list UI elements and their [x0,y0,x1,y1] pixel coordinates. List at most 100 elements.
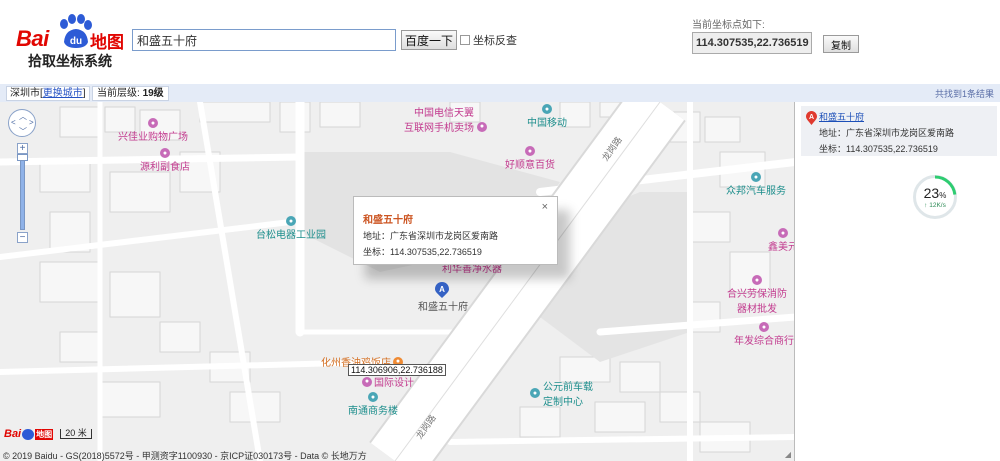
pan-left-icon[interactable]: < [11,118,16,127]
phone-icon: ● [477,121,487,132]
logo-word: Bai [16,26,49,51]
car-icon: ● [751,172,761,182]
poi-china-mobile[interactable]: ● 中国移动 [527,104,567,129]
current-coords-label: 当前坐标点如下: [692,20,765,31]
poi-label: 兴佳业购物广场 [118,132,188,143]
building-icon: ● [542,104,552,114]
poi-xinmei[interactable]: ● 鑫美元 [768,228,795,253]
poi-label: 众邦汽车服务 [726,186,786,197]
resize-handle-icon[interactable]: ◢ [785,450,791,459]
zoom-slider-handle[interactable] [17,154,28,161]
speed-percent-unit: % [939,191,947,200]
poi-haoshunyi[interactable]: ● 好顺意百货 [505,146,555,171]
poi-label: 互联网手机卖场 [404,123,474,134]
poi-label: 公元前车载 [543,382,593,393]
header: Bai du 地图 拾取坐标系统 百度一下 坐标反查 当前坐标点如下: 114.… [0,0,1000,84]
zoom-in-icon[interactable]: + [17,143,28,154]
reverse-lookup-toggle[interactable]: 坐标反查 [460,32,517,48]
search-input[interactable] [132,29,396,51]
shopping-icon: ● [160,148,170,158]
baidu-mini-logo: Bai 地图 [4,428,54,440]
zoom-level-prefix: 当前层级: [97,88,140,99]
map-marker-icon[interactable]: A [435,282,449,298]
pan-right-icon[interactable]: > [29,118,34,127]
shopping-icon: ● [362,376,372,387]
baidu-map-logo[interactable]: Bai du 地图 拾取坐标系统 [16,14,128,69]
zoom-slider-track[interactable] [20,156,25,230]
poi-yuanli[interactable]: ● 源利副食店 [140,148,190,173]
change-city-link[interactable]: 更换城市 [43,87,83,100]
mini-logo-map: 地图 [35,428,54,440]
mini-logo-word: Bai [4,428,22,440]
info-window-coords: 坐标：114.307535,22.736519 [363,247,482,257]
city-name: 深圳市 [10,88,40,99]
result-coords: 坐标：114.307535,22.736519 [819,144,938,154]
status-bar: 深圳市[更换城市] 当前层级: 19级 共找到1条结果 [0,84,1000,102]
poi-label: 台松电器工业园 [256,230,326,241]
result-count: 共找到1条结果 [934,89,994,99]
paw-logo-icon: du [60,14,92,48]
poi-nianfa[interactable]: ● 年发综合商行 [734,322,794,347]
poi-label: 年发综合商行 [734,336,794,347]
poi-label: 南通商务楼 [348,406,398,417]
poi-label: 国际设计 [374,378,414,389]
car-icon: ● [530,388,540,398]
poi-label: 中国移动 [527,118,567,129]
speed-percent: 23% [916,185,954,201]
speed-rate: ↑ 12K/s [924,202,946,209]
zoom-level-value: 19级 [142,88,164,99]
copyright-text: © 2019 Baidu - GS(2018)5572号 - 甲测资字11009… [3,451,367,461]
speed-percent-value: 23 [923,185,940,201]
building-icon: ● [368,392,378,402]
building-icon: ● [286,216,296,226]
poi-guoji[interactable]: ● 国际设计 [362,374,414,389]
shopping-icon: ● [525,146,535,156]
poi-label: 合兴劳保消防 [727,289,787,300]
shopping-icon: ● [778,228,788,238]
poi-taisong[interactable]: ● 台松电器工业园 [256,216,326,241]
network-speed-widget[interactable]: 23% ↑ 12K/s [913,175,957,219]
scale-bar: 20 米 [60,429,92,439]
poi-xingjiaye[interactable]: ● 兴佳业购物广场 [118,118,188,143]
shopping-icon: ● [752,275,762,285]
pan-control[interactable]: ︿ ﹀ < > [8,109,36,137]
mini-paw-icon [22,428,35,440]
marker-label: 和盛五十府 [418,302,468,313]
info-window-address: 地址：广东省深圳市龙岗区爱南路 [363,231,499,241]
pan-up-icon[interactable]: ︿ [19,111,27,122]
cursor-coords-tooltip: 114.306906,22.736188 [348,364,446,376]
poi-china-telecom[interactable]: 中国电信天翼 互联网手机卖场 ● [404,104,487,134]
reverse-lookup-label: 坐标反查 [473,35,517,47]
reverse-lookup-checkbox[interactable] [460,35,470,45]
result-name-link[interactable]: 和盛五十府 [819,110,997,123]
poi-label: 源利副食店 [140,162,190,173]
poi-zhongbang[interactable]: ● 众邦汽车服务 [726,172,786,197]
result-address: 地址：广东省深圳市龙岗区爱南路 [819,128,955,138]
coords-display[interactable]: 114.307535,22.736519 [692,32,812,54]
copy-button[interactable]: 复制 [823,35,859,53]
shopping-icon: ● [759,322,769,332]
poi-nantong[interactable]: ● 南通商务楼 [348,392,398,417]
map-canvas[interactable]: 龙岗路 龙岗路 ● 兴佳业购物广场 ● 源利副食店 中国电信天翼 互联网手机卖场… [0,102,795,461]
poi-gongyuanqian[interactable]: ● 公元前车载 定制中心 [530,378,593,408]
logo-paw-text: du [70,36,82,47]
info-window-title: 和盛五十府 [363,215,413,226]
city-selector: 深圳市[更换城市] [6,86,90,101]
pan-down-icon[interactable]: ﹀ [19,126,27,137]
poi-label: 定制中心 [543,397,583,408]
poi-label: 中国电信天翼 [414,108,474,119]
search-button[interactable]: 百度一下 [401,30,457,50]
result-marker-letter: A [809,114,814,121]
result-marker-icon: A [806,111,817,125]
close-icon[interactable]: × [542,201,548,213]
poi-hexing[interactable]: ● 合兴劳保消防 器材批发 [727,275,787,315]
zoom-out-icon[interactable]: − [17,232,28,243]
info-window: × 和盛五十府 地址：广东省深圳市龙岗区爱南路 坐标：114.307535,22… [353,196,558,265]
zoom-level-indicator: 当前层级: 19级 [92,86,169,101]
poi-label: 鑫美元 [768,242,795,253]
result-item[interactable]: A 和盛五十府 地址：广东省深圳市龙岗区爱南路 坐标：114.307535,22… [801,106,997,156]
shopping-icon: ● [148,118,158,128]
page-title: 拾取坐标系统 [28,53,112,69]
poi-label: 好顺意百货 [505,160,555,171]
logo-map-text: 地图 [90,33,124,52]
